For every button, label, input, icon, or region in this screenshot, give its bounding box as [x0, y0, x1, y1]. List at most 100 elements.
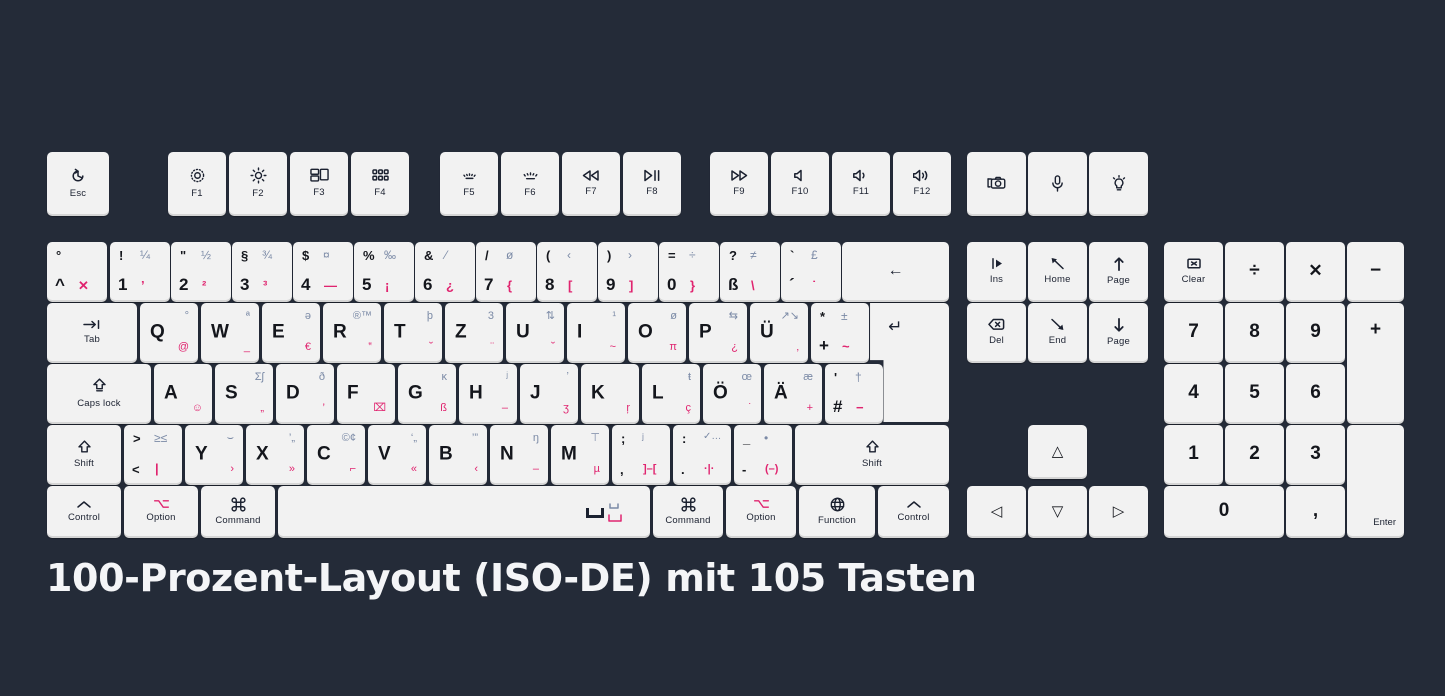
- key-page-down[interactable]: Page: [1089, 303, 1148, 361]
- key-lightbulb[interactable]: [1089, 152, 1148, 214]
- key-v[interactable]: V ‘„ «: [368, 425, 426, 483]
- key-7[interactable]: / ø 7 {: [476, 242, 536, 300]
- key-f5[interactable]: F5: [440, 152, 498, 214]
- key-numpad-minus[interactable]: −: [1347, 242, 1404, 300]
- key-udiaeresis[interactable]: Ü ↗↘ ‚: [750, 303, 808, 361]
- key-numpad-2[interactable]: 2: [1225, 425, 1284, 483]
- key-minus[interactable]: _ • - (–): [734, 425, 792, 483]
- key-5[interactable]: % ‰ 5 ¡: [354, 242, 414, 300]
- key-u[interactable]: U ⇅ ˘: [506, 303, 564, 361]
- key-insert[interactable]: Ins: [967, 242, 1026, 300]
- key-numpad-6[interactable]: 6: [1286, 364, 1345, 422]
- key-numpad-0[interactable]: 0: [1164, 486, 1284, 536]
- key-eszett[interactable]: ? ≠ ß \: [720, 242, 780, 300]
- key-k[interactable]: Kŗ: [581, 364, 639, 422]
- key-screenshot[interactable]: [967, 152, 1026, 214]
- key-g[interactable]: Gĸ ß: [398, 364, 456, 422]
- key-j[interactable]: J ʼ ʒ: [520, 364, 578, 422]
- key-command-left[interactable]: Command: [201, 486, 275, 536]
- key-f12[interactable]: F12: [893, 152, 951, 214]
- key-0[interactable]: = ÷ 0}: [659, 242, 719, 300]
- key-2[interactable]: " ½ 2 ²: [171, 242, 231, 300]
- key-p[interactable]: P ⇆ ¿: [689, 303, 747, 361]
- key-x[interactable]: X ’„ »: [246, 425, 304, 483]
- key-h[interactable]: Hʲ –: [459, 364, 517, 422]
- key-control-left[interactable]: Control: [47, 486, 121, 536]
- key-f10[interactable]: F10: [771, 152, 829, 214]
- key-shift-left[interactable]: Shift: [47, 425, 121, 483]
- key-control-right[interactable]: Control: [878, 486, 949, 536]
- key-8[interactable]: (‹ 8 [: [537, 242, 597, 300]
- key-numpad-8[interactable]: 8: [1225, 303, 1284, 361]
- key-t[interactable]: Tþ ˘: [384, 303, 442, 361]
- key-backspace[interactable]: ←: [842, 242, 949, 300]
- key-4[interactable]: $ ¤ 4 —: [293, 242, 353, 300]
- key-f6[interactable]: F6: [501, 152, 559, 214]
- key-9[interactable]: ) › 9]: [598, 242, 658, 300]
- key-arrow-down[interactable]: ▽: [1028, 486, 1087, 536]
- key-6[interactable]: & ⁄ 6 ¿: [415, 242, 475, 300]
- key-hash[interactable]: ' † # −: [825, 364, 883, 422]
- key-y[interactable]: Y ⌣ ›: [185, 425, 243, 483]
- key-c[interactable]: C ©¢ ⌐: [307, 425, 365, 483]
- key-period[interactable]: : ✓…. ·|·: [673, 425, 731, 483]
- key-a[interactable]: A ☺: [154, 364, 212, 422]
- key-numpad-3[interactable]: 3: [1286, 425, 1345, 483]
- key-f4[interactable]: F4: [351, 152, 409, 214]
- key-less-greater[interactable]: > ≥≤ < |: [124, 425, 182, 483]
- key-numpad-9[interactable]: 9: [1286, 303, 1345, 361]
- key-f2[interactable]: F2: [229, 152, 287, 214]
- key-e[interactable]: Eə €: [262, 303, 320, 361]
- key-comma[interactable]: ; ʲ,]–[: [612, 425, 670, 483]
- key-numpad-divide[interactable]: ÷: [1225, 242, 1284, 300]
- key-home[interactable]: Home: [1028, 242, 1087, 300]
- key-o[interactable]: Oø π: [628, 303, 686, 361]
- key-adiaeresis[interactable]: Äæ +: [764, 364, 822, 422]
- key-f7[interactable]: F7: [562, 152, 620, 214]
- key-f11[interactable]: F11: [832, 152, 890, 214]
- key-option-right[interactable]: Option: [726, 486, 796, 536]
- key-command-right[interactable]: Command: [653, 486, 723, 536]
- key-f[interactable]: F ⌧: [337, 364, 395, 422]
- key-numpad-enter[interactable]: Enter: [1347, 425, 1404, 536]
- key-q[interactable]: Q ° @: [140, 303, 198, 361]
- key-f8[interactable]: F8: [623, 152, 681, 214]
- key-arrow-left[interactable]: ◁: [967, 486, 1026, 536]
- key-option-left[interactable]: Option: [124, 486, 198, 536]
- key-n[interactable]: Nŋ –: [490, 425, 548, 483]
- key-asterisk[interactable]: * ± + ~: [811, 303, 869, 361]
- key-capslock[interactable]: Caps lock: [47, 364, 151, 422]
- key-caret[interactable]: ° ^ ✕: [47, 242, 107, 300]
- key-microphone[interactable]: [1028, 152, 1087, 214]
- key-esc[interactable]: Esc: [47, 152, 109, 214]
- key-numpad-comma[interactable]: ,: [1286, 486, 1345, 536]
- key-numpad-5[interactable]: 5: [1225, 364, 1284, 422]
- key-numpad-plus[interactable]: +: [1347, 303, 1404, 422]
- key-d[interactable]: Dð ’: [276, 364, 334, 422]
- key-z[interactable]: Z 3 ¨: [445, 303, 503, 361]
- key-arrow-right[interactable]: ▷: [1089, 486, 1148, 536]
- key-1[interactable]: ! ¼ 1 ’: [110, 242, 170, 300]
- key-w[interactable]: Wª _: [201, 303, 259, 361]
- key-b[interactable]: B ’” ‹: [429, 425, 487, 483]
- key-s[interactable]: S Σʃ „: [215, 364, 273, 422]
- key-numpad-7[interactable]: 7: [1164, 303, 1223, 361]
- key-numpad-multiply[interactable]: ✕: [1286, 242, 1345, 300]
- key-shift-right[interactable]: Shift: [795, 425, 949, 483]
- key-3[interactable]: § ¾ 3 ³: [232, 242, 292, 300]
- key-end[interactable]: End: [1028, 303, 1087, 361]
- key-numpad-4[interactable]: 4: [1164, 364, 1223, 422]
- key-accent[interactable]: ` £ ´ ˙: [781, 242, 841, 300]
- key-i[interactable]: I ¹ ~: [567, 303, 625, 361]
- key-page-up[interactable]: Page: [1089, 242, 1148, 300]
- key-function[interactable]: Function: [799, 486, 875, 536]
- key-r[interactable]: R ®™ ‟: [323, 303, 381, 361]
- key-arrow-up[interactable]: △: [1028, 425, 1087, 477]
- key-numpad-1[interactable]: 1: [1164, 425, 1223, 483]
- key-space[interactable]: [278, 486, 650, 536]
- key-l[interactable]: Lŧ ç: [642, 364, 700, 422]
- key-m[interactable]: M ⊤ µ: [551, 425, 609, 483]
- key-odiaeresis[interactable]: Öœ ˙: [703, 364, 761, 422]
- key-numpad-clear[interactable]: Clear: [1164, 242, 1223, 300]
- key-f1[interactable]: F1: [168, 152, 226, 214]
